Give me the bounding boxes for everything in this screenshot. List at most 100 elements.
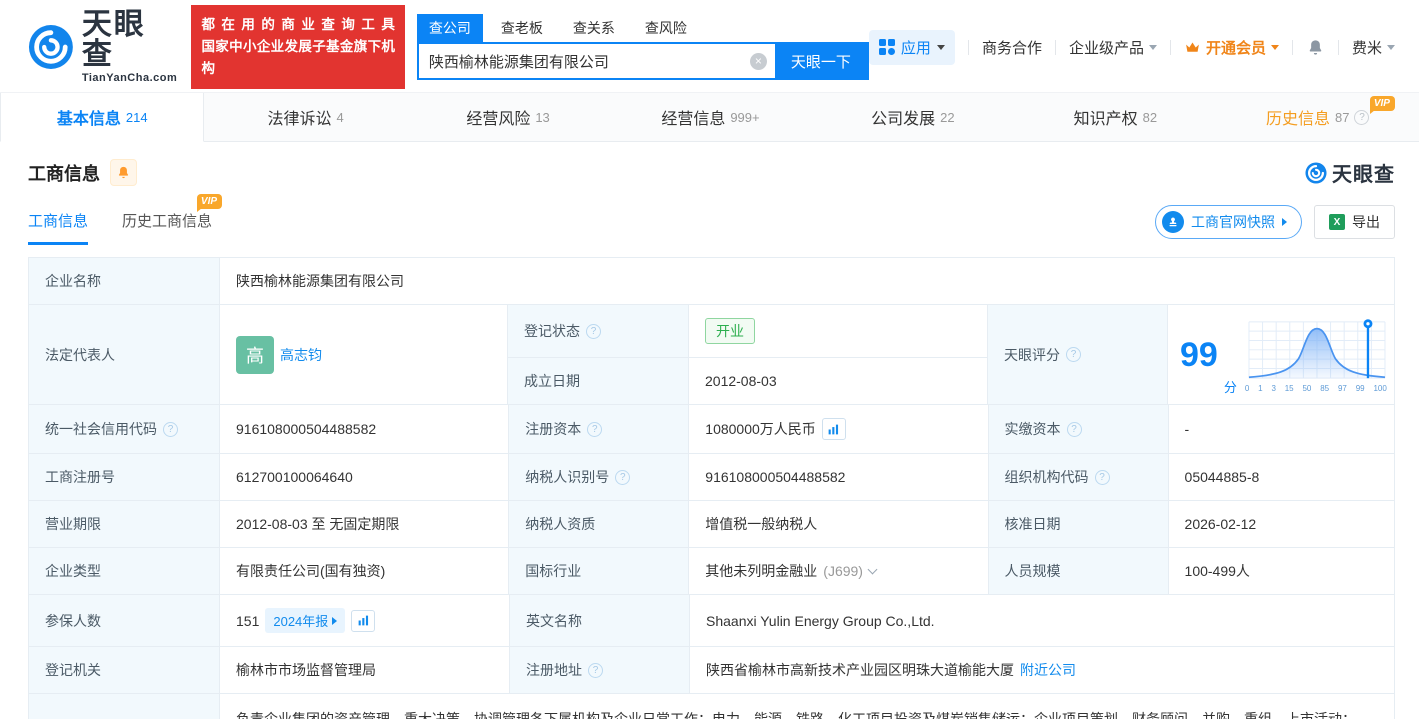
- search-button[interactable]: 天眼一下: [774, 44, 867, 78]
- section-title: 工商信息: [28, 163, 100, 184]
- business-term-value: 2012-08-03 至 无固定期限: [219, 501, 509, 547]
- address-value: 陕西省榆林市高新技术产业园区明珠大道榆能大厦: [706, 662, 1014, 678]
- crown-icon: [1186, 42, 1199, 52]
- chevron-down-icon: [1148, 44, 1157, 50]
- capital-trend-button[interactable]: [821, 418, 846, 440]
- table-row: 参保人数 151 2024年报 英文名称 Shaanxi Yulin Energ…: [29, 594, 1394, 646]
- nav-open-vip[interactable]: 开通会员: [1184, 37, 1279, 58]
- score-distribution-chart: 0 1 3 15 50 85 97 99 100: [1243, 316, 1389, 393]
- field-label: 企业类型: [29, 548, 219, 594]
- nav-user[interactable]: 费米: [1352, 37, 1395, 58]
- legal-rep-value: 高 高志钧: [219, 305, 507, 404]
- brand-name: 天眼查: [81, 8, 146, 71]
- field-label: 国标行业: [508, 548, 689, 594]
- help-icon[interactable]: [1354, 109, 1370, 125]
- tab-basic-info[interactable]: 基本信息 214: [0, 93, 205, 142]
- table-row: 企业名称 陕西榆林能源集团有限公司: [29, 258, 1394, 304]
- score-cell: 99 分 0 1 3 15 50 85 97 99 100: [1167, 305, 1394, 404]
- notification-bell-icon[interactable]: [1306, 38, 1325, 57]
- nav-cooperation[interactable]: 商务合作: [982, 37, 1042, 58]
- chevron-down-icon: [936, 44, 945, 50]
- monitor-bell-button[interactable]: [110, 159, 137, 186]
- paid-capital-value: -: [1167, 405, 1394, 453]
- tianyancha-logo[interactable]: 天眼查 TianYanCha.com: [28, 10, 177, 84]
- field-label: 纳税人识别号: [508, 454, 689, 500]
- divider: [1291, 39, 1293, 55]
- field-label: 注册地址: [509, 647, 689, 693]
- field-label: 工商注册号: [29, 454, 219, 500]
- taxpayer-quality-value: 增值税一般纳税人: [688, 501, 988, 547]
- corner-watermark-logo: 天眼查: [1305, 158, 1395, 187]
- table-row: 登记机关 榆林市市场监督管理局 注册地址 陕西省榆林市高新技术产业园区明珠大道榆…: [29, 646, 1394, 693]
- divider: [1169, 39, 1171, 55]
- business-info-table: 企业名称 陕西榆林能源集团有限公司 法定代表人 高 高志钧 登记状态 开业 成立…: [28, 257, 1395, 719]
- tab-intellectual-property[interactable]: 知识产权 82: [1014, 93, 1216, 141]
- field-label: 成立日期: [508, 358, 688, 404]
- help-icon[interactable]: [163, 421, 178, 437]
- field-label: 注册资本: [508, 405, 689, 453]
- apps-grid-icon: [878, 39, 895, 55]
- tab-operation-info[interactable]: 经营信息 999+: [609, 93, 811, 141]
- tianyancha-logo-icon: [28, 25, 73, 69]
- authority-value: 榆林市市场监督管理局: [219, 647, 509, 693]
- legal-rep-avatar[interactable]: 高: [236, 335, 274, 374]
- apps-label: 应用: [900, 39, 931, 57]
- help-icon[interactable]: [587, 421, 603, 437]
- field-label: 企业名称: [29, 258, 219, 304]
- tab-company-development[interactable]: 公司发展 22: [812, 93, 1014, 141]
- company-name-value: 陕西榆林能源集团有限公司: [219, 258, 1394, 304]
- clear-search-icon[interactable]: ×: [749, 52, 767, 70]
- field-label: 天眼评分: [987, 305, 1167, 404]
- search-tab-relation[interactable]: 查关系: [561, 14, 627, 42]
- field-label: 组织机构代码: [987, 454, 1168, 500]
- subtab-business-info[interactable]: 工商信息: [28, 210, 89, 245]
- annual-report-badge[interactable]: 2024年报: [265, 608, 346, 633]
- excel-icon: [1329, 214, 1345, 230]
- help-icon[interactable]: [588, 662, 603, 678]
- divider: [1054, 39, 1056, 55]
- insured-count-value: 151: [236, 612, 260, 629]
- search-tab-company[interactable]: 查公司: [416, 14, 483, 42]
- tab-legal-proceedings[interactable]: 法律诉讼 4: [204, 93, 406, 141]
- promo-banner: 都在用的商业查询工具 国家中小企业发展子基金旗下机构: [191, 4, 405, 90]
- insured-trend-button[interactable]: [351, 609, 376, 632]
- top-nav: 应用 商务合作 企业级产品 开通会员 费米: [868, 29, 1395, 65]
- help-icon[interactable]: [1066, 421, 1082, 437]
- score-value: 99: [1180, 335, 1218, 374]
- industry-value: 其他未列明金融业: [705, 563, 818, 579]
- legal-rep-link[interactable]: 高志钧: [280, 345, 322, 365]
- stamp-icon: [1162, 211, 1184, 233]
- official-snapshot-button[interactable]: 工商官网快照: [1155, 205, 1302, 239]
- apps-menu[interactable]: 应用: [868, 29, 955, 65]
- promo-line2: 国家中小企业发展子基金旗下机构: [201, 38, 395, 77]
- tab-history-info[interactable]: VIP 历史信息 87: [1217, 93, 1419, 141]
- chevron-down-icon: [1270, 44, 1279, 50]
- bell-icon: [118, 166, 129, 179]
- search-tab-boss[interactable]: 查老板: [489, 14, 555, 42]
- export-button[interactable]: 导出: [1314, 205, 1395, 239]
- search-input[interactable]: [418, 44, 750, 78]
- nav-enterprise[interactable]: 企业级产品: [1069, 37, 1157, 58]
- help-icon[interactable]: [1094, 469, 1110, 485]
- subtab-history-business-info[interactable]: VIP 历史工商信息: [122, 194, 223, 245]
- bar-chart-icon: [358, 615, 368, 626]
- tab-operation-risk[interactable]: 经营风险 13: [407, 93, 609, 141]
- help-icon[interactable]: [1066, 347, 1081, 362]
- chevron-down-icon[interactable]: [867, 564, 878, 574]
- table-row: 法定代表人 高 高志钧 登记状态 开业 成立日期 2012-08-03 天眼评分: [29, 304, 1394, 404]
- vip-badge: VIP: [196, 194, 223, 212]
- reg-no-value: 612700100064640: [219, 454, 509, 500]
- company-type-value: 有限责任公司(国有独资): [219, 548, 509, 594]
- nearby-companies-link[interactable]: 附近公司: [1020, 660, 1076, 680]
- subtab-row: 工商信息 VIP 历史工商信息 工商官网快照 导出: [28, 194, 1395, 245]
- field-label: 法定代表人: [29, 305, 219, 404]
- promo-line1: 都在用的商业查询工具: [201, 16, 395, 32]
- field-label: 营业期限: [29, 501, 219, 547]
- brand-domain: TianYanCha.com: [81, 72, 178, 84]
- taxpayer-id-value: 916108000504488582: [688, 454, 988, 500]
- help-icon[interactable]: [615, 469, 631, 485]
- field-label: 参保人数: [29, 595, 219, 646]
- staff-size-value: 100-499人: [1167, 548, 1394, 594]
- search-tab-risk[interactable]: 查风险: [633, 14, 699, 42]
- help-icon[interactable]: [586, 323, 601, 339]
